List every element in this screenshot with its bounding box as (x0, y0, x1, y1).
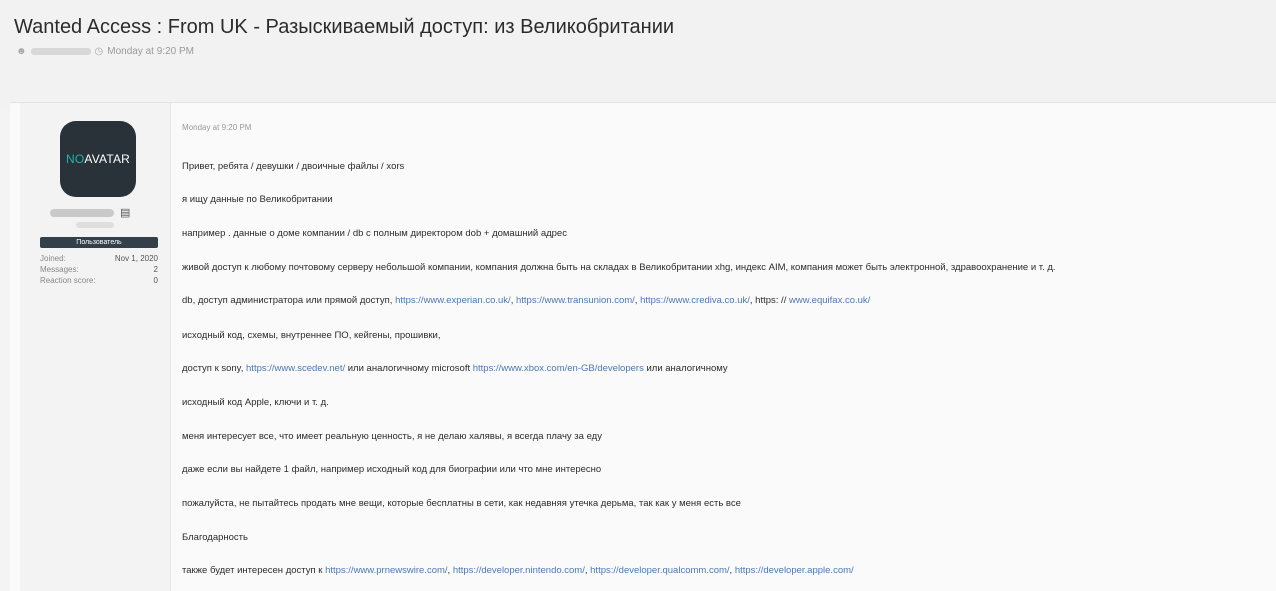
stat-reactions: Reaction score: 0 (40, 275, 158, 286)
text: или аналогичному microsoft (345, 363, 473, 374)
user-stats: Joined: Nov 1, 2020 Messages: 2 Reaction… (40, 253, 158, 286)
user-cell: NO AVATAR ▤ Пользователь Joined: Nov 1, … (20, 103, 171, 591)
stat-value: 0 (153, 276, 158, 285)
message-icon[interactable]: ▤ (120, 206, 130, 219)
link-transunion[interactable]: https://www.transunion.com/ (516, 295, 635, 306)
link-apple-developer[interactable]: https://developer.apple.com/ (735, 565, 854, 576)
text: доступ к sony, (182, 363, 247, 374)
message-line: меня интересует все, что имеет реальную … (182, 431, 602, 442)
stat-label: Joined: (40, 254, 66, 263)
stat-messages: Messages: 2 (40, 264, 158, 275)
message-line: Благодарность (182, 532, 248, 543)
avatar-text: AVATAR (84, 152, 131, 166)
text: или аналогичному (643, 363, 728, 374)
message-line: исходный код Apple, ключи и т. д. (182, 397, 329, 408)
stat-label: Reaction score: (40, 276, 96, 285)
user-title-blurred (76, 222, 114, 228)
avatar-no-text: NO (65, 152, 85, 166)
thread-title: Wanted Access : From UK - Разыскиваемый … (14, 16, 675, 38)
message-line: Привет, ребята / девушки / двоичные файл… (182, 161, 405, 172)
message-line: например . данные о доме компании / db с… (182, 228, 567, 239)
role-badge: Пользователь (40, 237, 158, 248)
text: db, доступ администратора или прямой дос… (182, 295, 396, 306)
message-line: также будет интересен доступ к https://w… (182, 565, 854, 576)
thread-meta: ☻ ◷ Monday at 9:20 PM (16, 46, 194, 57)
link-equifax[interactable]: www.equifax.co.uk/ (789, 295, 870, 306)
link-xbox-developers[interactable]: https://www.xbox.com/en-GB/developers (473, 363, 644, 374)
stat-joined: Joined: Nov 1, 2020 (40, 253, 158, 264)
link-qualcomm-developer[interactable]: https://developer.qualcomm.com/ (590, 565, 729, 576)
stat-value: 2 (153, 265, 158, 274)
message-line: даже если вы найдете 1 файл, например ис… (182, 464, 602, 475)
message-line: доступ к sony, https://www.scedev.net/ и… (182, 363, 728, 374)
link-prnewswire[interactable]: https://www.prnewswire.com/ (325, 565, 447, 576)
post: NO AVATAR ▤ Пользователь Joined: Nov 1, … (10, 102, 1276, 591)
message-body: Monday at 9:20 PM Привет, ребята / девуш… (170, 103, 1270, 591)
thread-time[interactable]: Monday at 9:20 PM (107, 46, 194, 57)
message-line: я ищу данные по Великобритании (182, 194, 333, 205)
stat-value: Nov 1, 2020 (114, 254, 158, 263)
text: также будет интересен доступ к (182, 565, 326, 576)
message-line: пожалуйста, не пытайтесь продать мне вещ… (182, 498, 741, 509)
text: , https: // (749, 295, 789, 306)
avatar[interactable]: NO AVATAR (60, 121, 136, 197)
user-icon: ☻ (16, 46, 27, 57)
username-row: ▤ (50, 206, 130, 219)
message-line: db, доступ администратора или прямой дос… (182, 295, 870, 306)
stat-label: Messages: (40, 265, 79, 274)
link-crediva[interactable]: https://www.crediva.co.uk/ (640, 295, 750, 306)
username-blurred[interactable] (50, 208, 114, 217)
link-experian[interactable]: https://www.experian.co.uk/ (395, 295, 511, 306)
author-name-blurred[interactable] (30, 48, 91, 55)
message-line: исходный код, схемы, внутреннее ПО, кейг… (182, 330, 441, 341)
message-line: живой доступ к любому почтовому серверу … (182, 262, 1056, 273)
clock-icon: ◷ (94, 46, 104, 57)
link-nintendo-developer[interactable]: https://developer.nintendo.com/ (453, 565, 585, 576)
thread-header: Wanted Access : From UK - Разыскиваемый … (0, 0, 1276, 110)
link-scedev[interactable]: https://www.scedev.net/ (246, 363, 345, 374)
post-date[interactable]: Monday at 9:20 PM (182, 123, 251, 132)
